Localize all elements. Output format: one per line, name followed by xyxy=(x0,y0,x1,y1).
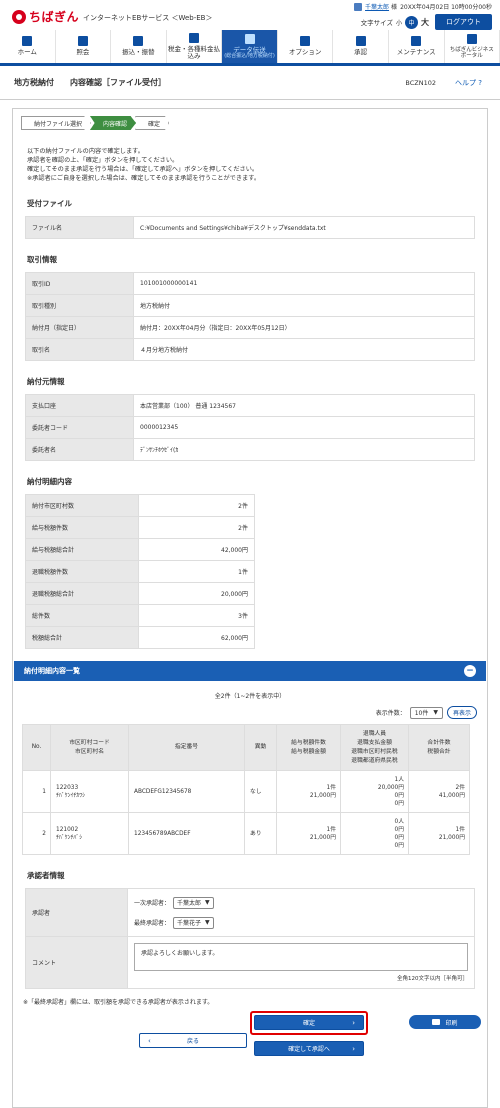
detail-list-table: No. 市区町村コード 市区町村名 指定番号 異動 給与税額件数 給与税額金額 … xyxy=(22,724,470,855)
approver-footnote: ※「最終承認者」欄には、取引額を承認できる承認者が表示されます。 xyxy=(23,997,487,1006)
data-transfer-icon xyxy=(245,34,255,44)
detail-table: 納付市区町村数2件 給与税額件数2件 給与税額総合計42,000円 退職税額件数… xyxy=(25,494,255,649)
bank-logo-icon xyxy=(12,10,26,24)
chevron-left-icon: ‹ xyxy=(148,1037,151,1045)
portal-icon xyxy=(467,34,477,44)
approver-table: 承認者 一次承認者：千葉太郎▼ 最終承認者：千葉花子▼ コメント 承認よろしくお… xyxy=(25,888,475,989)
nav-tax[interactable]: 税金・各種料金払込み xyxy=(167,30,223,63)
home-icon xyxy=(22,36,32,46)
approve-icon xyxy=(356,36,366,46)
user-icon xyxy=(354,3,362,11)
font-mid-button[interactable]: 中 xyxy=(405,16,418,29)
user-info: 千葉太郎 様 20XX年04月02日 10時00分00秒 xyxy=(354,2,492,11)
back-button[interactable]: ‹戻る xyxy=(139,1033,247,1048)
section-title-detail: 納付明細内容 xyxy=(27,476,487,487)
chevron-down-icon: ▼ xyxy=(433,709,438,716)
chevron-right-icon: › xyxy=(352,1019,355,1027)
table-row: 2 121002ﾁﾊﾞｹﾝﾁﾊﾞｼ 123456789ABCDEF あり 1件2… xyxy=(23,813,470,855)
chevron-down-icon: ▼ xyxy=(205,919,210,926)
screen-code: BCZN102 xyxy=(405,79,436,87)
page-title-bar: 地方税納付 内容確認［ファイル受付］ BCZN102 ヘルプ ? xyxy=(0,66,500,100)
nav-maintenance[interactable]: メンテナンス xyxy=(389,30,445,63)
logout-button[interactable]: ログアウト xyxy=(435,14,492,30)
display-count-select[interactable]: 10件▼ xyxy=(410,707,443,719)
result-count: 全2件（1~2件を表示中） xyxy=(13,691,487,700)
chevron-right-icon: › xyxy=(352,1045,355,1053)
option-icon xyxy=(300,36,310,46)
final-approver-select[interactable]: 千葉花子▼ xyxy=(173,917,214,929)
service-name: インターネットEBサービス ＜Web-EB＞ xyxy=(83,13,212,23)
list-accordion-header[interactable]: 納付明細内容一覧 − xyxy=(14,661,486,681)
trans-table: 取引ID101001000000141 取引種別地方税納付 納付月（指定日）納付… xyxy=(25,272,475,361)
global-nav: ホーム 照会 振込・振替 税金・各種料金払込み データ伝送(総合振込/地方税納付… xyxy=(0,30,500,66)
nav-data-transfer[interactable]: データ伝送(総合振込/地方税納付) xyxy=(222,30,278,63)
nav-transfer[interactable]: 振込・振替 xyxy=(111,30,167,63)
font-size-label: 文字サイズ xyxy=(361,17,393,27)
maintenance-icon xyxy=(411,36,421,46)
step-finalize: 確定 xyxy=(135,116,169,130)
display-count-control: 表示件数： 10件▼ 再表示 xyxy=(13,706,477,719)
step-confirm-content: 内容確認 xyxy=(90,116,136,130)
page-title: 内容確認［ファイル受付］ xyxy=(70,77,166,88)
user-name[interactable]: 千葉太郎 xyxy=(365,2,389,11)
nav-option[interactable]: オプション xyxy=(278,30,334,63)
header: ちばぎん インターネットEBサービス ＜Web-EB＞ 千葉太郎 様 20XX年… xyxy=(0,0,500,30)
user-suffix: 様 xyxy=(391,2,397,11)
nav-inquiry[interactable]: 照会 xyxy=(56,30,112,63)
inquiry-icon xyxy=(78,36,88,46)
action-buttons: ‹戻る 確定› 確定して承認へ› 印刷 xyxy=(13,1014,487,1074)
nav-approve[interactable]: 承認 xyxy=(333,30,389,63)
logo: ちばぎん インターネットEBサービス ＜Web-EB＞ xyxy=(12,8,212,25)
help-link[interactable]: ヘルプ ? xyxy=(455,78,482,88)
file-table: ファイル名C:¥Documents and Settings¥chiba¥デスク… xyxy=(25,216,475,239)
section-title-payer: 納付元情報 xyxy=(27,376,487,387)
section-title-approver: 承認者情報 xyxy=(27,870,487,881)
nav-home[interactable]: ホーム xyxy=(0,30,56,63)
step-file-select: 納付ファイル選択 xyxy=(21,116,91,130)
section-title-file: 受付ファイル xyxy=(27,198,487,209)
font-size-switch: 文字サイズ 小 中 大 ログアウト xyxy=(361,14,492,30)
font-large-button[interactable]: 大 xyxy=(421,17,429,28)
confirm-button[interactable]: 確定› xyxy=(254,1015,364,1030)
brand-name: ちばぎん xyxy=(29,8,79,25)
last-login: 20XX年04月02日 10時00分00秒 xyxy=(400,2,492,11)
printer-icon xyxy=(432,1019,440,1025)
comment-textarea[interactable]: 承認よろしくお願いします。 xyxy=(134,943,468,971)
transfer-icon xyxy=(133,36,143,46)
section-title-trans: 取引情報 xyxy=(27,254,487,265)
chevron-down-icon: ▼ xyxy=(205,899,210,906)
collapse-icon[interactable]: − xyxy=(464,665,476,677)
first-approver-select[interactable]: 千葉太郎▼ xyxy=(173,897,214,909)
print-button[interactable]: 印刷 xyxy=(409,1015,481,1029)
nav-portal[interactable]: ちばぎんビジネスポータル xyxy=(445,30,500,63)
help-icon: ? xyxy=(478,79,482,87)
confirm-approve-button[interactable]: 確定して承認へ› xyxy=(254,1041,364,1056)
page-category: 地方税納付 xyxy=(14,77,54,88)
table-row: 1 122033ﾁﾊﾞｹﾝｲﾁｶﾜｼ ABCDEFG12345678 なし 1件… xyxy=(23,771,470,813)
step-indicator: 納付ファイル選択 内容確認 確定 xyxy=(21,116,487,130)
payer-table: 支払口座本店営業部（100） 普通 1234567 委託者コード00000123… xyxy=(25,394,475,461)
font-small-button[interactable]: 小 xyxy=(396,18,402,27)
redisplay-button[interactable]: 再表示 xyxy=(447,706,477,719)
tax-icon xyxy=(189,33,199,43)
comment-limit: 全角120文字以内［半角可］ xyxy=(134,974,468,982)
guide-message: 以下の納付ファイルの内容で確定します。承認者を確認の上、「確定」ボタンを押してく… xyxy=(27,147,487,183)
main-content: 納付ファイル選択 内容確認 確定 以下の納付ファイルの内容で確定します。承認者を… xyxy=(12,108,488,1108)
